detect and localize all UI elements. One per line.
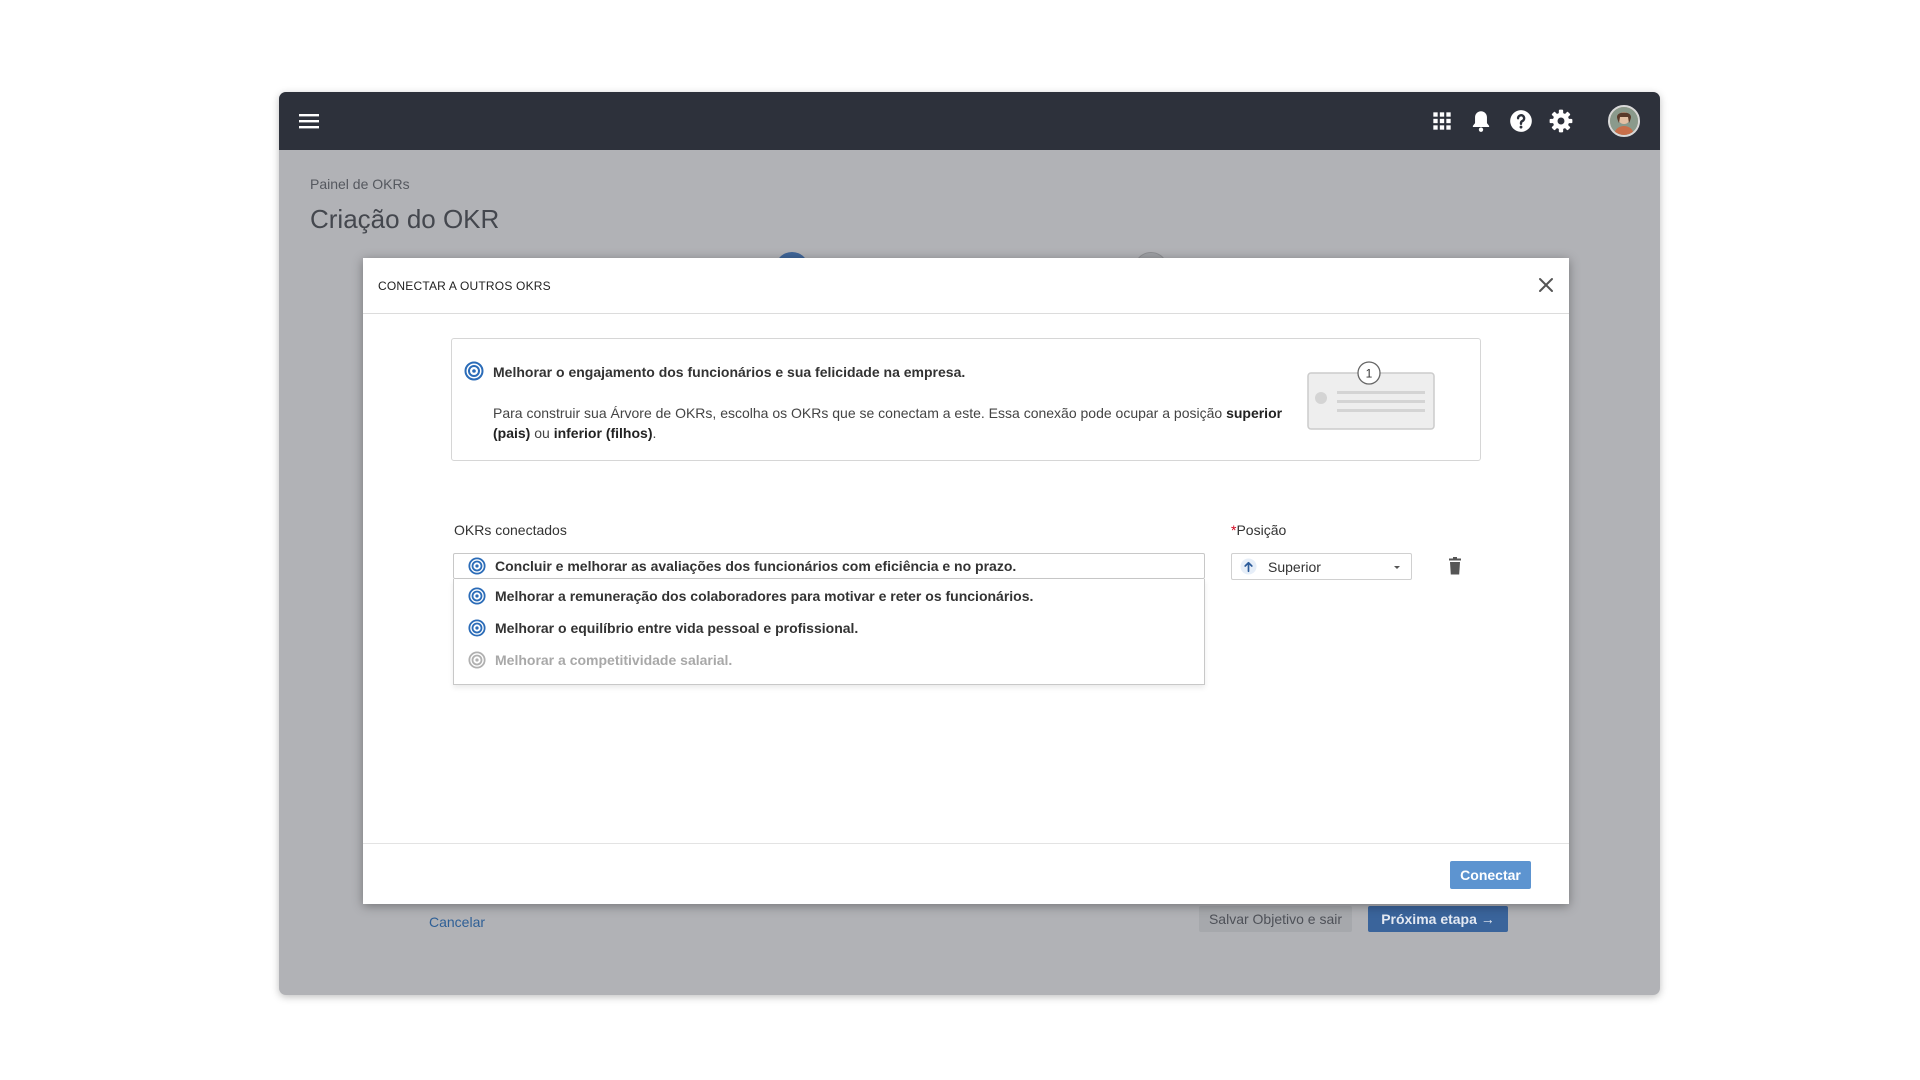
gear-icon[interactable] — [1548, 108, 1574, 134]
position-label: *Posição — [1231, 522, 1287, 538]
help-icon[interactable] — [1508, 108, 1534, 134]
position-select[interactable]: Superior — [1231, 553, 1412, 580]
current-objective: Melhorar o engajamento dos funcionários … — [493, 364, 966, 380]
okr-option-label: Melhorar a remuneração dos colaboradores… — [495, 588, 1034, 604]
okr-option[interactable]: Melhorar o equilíbrio entre vida pessoal… — [468, 617, 858, 639]
target-icon — [468, 557, 486, 575]
caret-down-icon — [1394, 566, 1400, 569]
okr-options-list: Melhorar a remuneração dos colaboradores… — [453, 579, 1205, 685]
arrow-right-icon: → — [1480, 911, 1495, 927]
info-description: Para construir sua Árvore de OKRs, escol… — [493, 405, 1283, 441]
save-and-exit-button[interactable]: Salvar Objetivo e sair — [1199, 906, 1352, 932]
trash-icon[interactable] — [1444, 555, 1466, 577]
avatar[interactable] — [1608, 105, 1640, 137]
okr-option[interactable]: Melhorar a remuneração dos colaboradores… — [468, 585, 1033, 607]
selected-okr: Concluir e melhorar as avaliações dos fu… — [468, 555, 1016, 577]
apps-grid-icon[interactable] — [1429, 108, 1455, 134]
connect-okrs-modal: CONECTAR A OUTROS OKRS Melhorar o engaja… — [363, 258, 1569, 904]
cancel-link[interactable]: Cancelar — [429, 914, 485, 930]
arrow-up-icon — [1240, 558, 1257, 575]
okr-option-label: Melhorar a competitividade salarial. — [495, 652, 733, 668]
page-title: Criação do OKR — [310, 204, 500, 234]
okr-search-input[interactable]: Concluir e melhorar as avaliações dos fu… — [453, 553, 1205, 579]
target-icon — [464, 361, 484, 381]
top-bar — [279, 92, 1660, 150]
illustration-badge: 1 — [1366, 367, 1373, 381]
bell-icon[interactable] — [1468, 108, 1494, 134]
modal-title: CONECTAR A OUTROS OKRS — [378, 279, 551, 293]
okr-option-label: Melhorar o equilíbrio entre vida pessoal… — [495, 620, 859, 636]
breadcrumb[interactable]: Painel de OKRs — [310, 176, 410, 192]
target-icon — [468, 619, 486, 637]
position-value: Superior — [1268, 559, 1321, 575]
menu-icon[interactable] — [297, 109, 321, 133]
target-icon — [468, 651, 486, 669]
target-icon — [468, 587, 486, 605]
next-step-label: Próxima etapa — [1381, 911, 1477, 927]
objective-info-box: Melhorar o engajamento dos funcionários … — [451, 338, 1481, 461]
modal-header: CONECTAR A OUTROS OKRS — [363, 258, 1569, 314]
okr-card-illustration: 1 — [1307, 361, 1435, 430]
close-icon[interactable] — [1535, 274, 1557, 296]
modal-footer-divider — [363, 843, 1569, 844]
next-step-button[interactable]: Próxima etapa → — [1368, 906, 1508, 932]
connect-button[interactable]: Conectar — [1450, 861, 1531, 889]
okr-option-disabled: Melhorar a competitividade salarial. — [468, 649, 732, 671]
selected-okr-text: Concluir e melhorar as avaliações dos fu… — [495, 558, 1017, 574]
connected-okrs-label: OKRs conectados — [454, 522, 567, 538]
